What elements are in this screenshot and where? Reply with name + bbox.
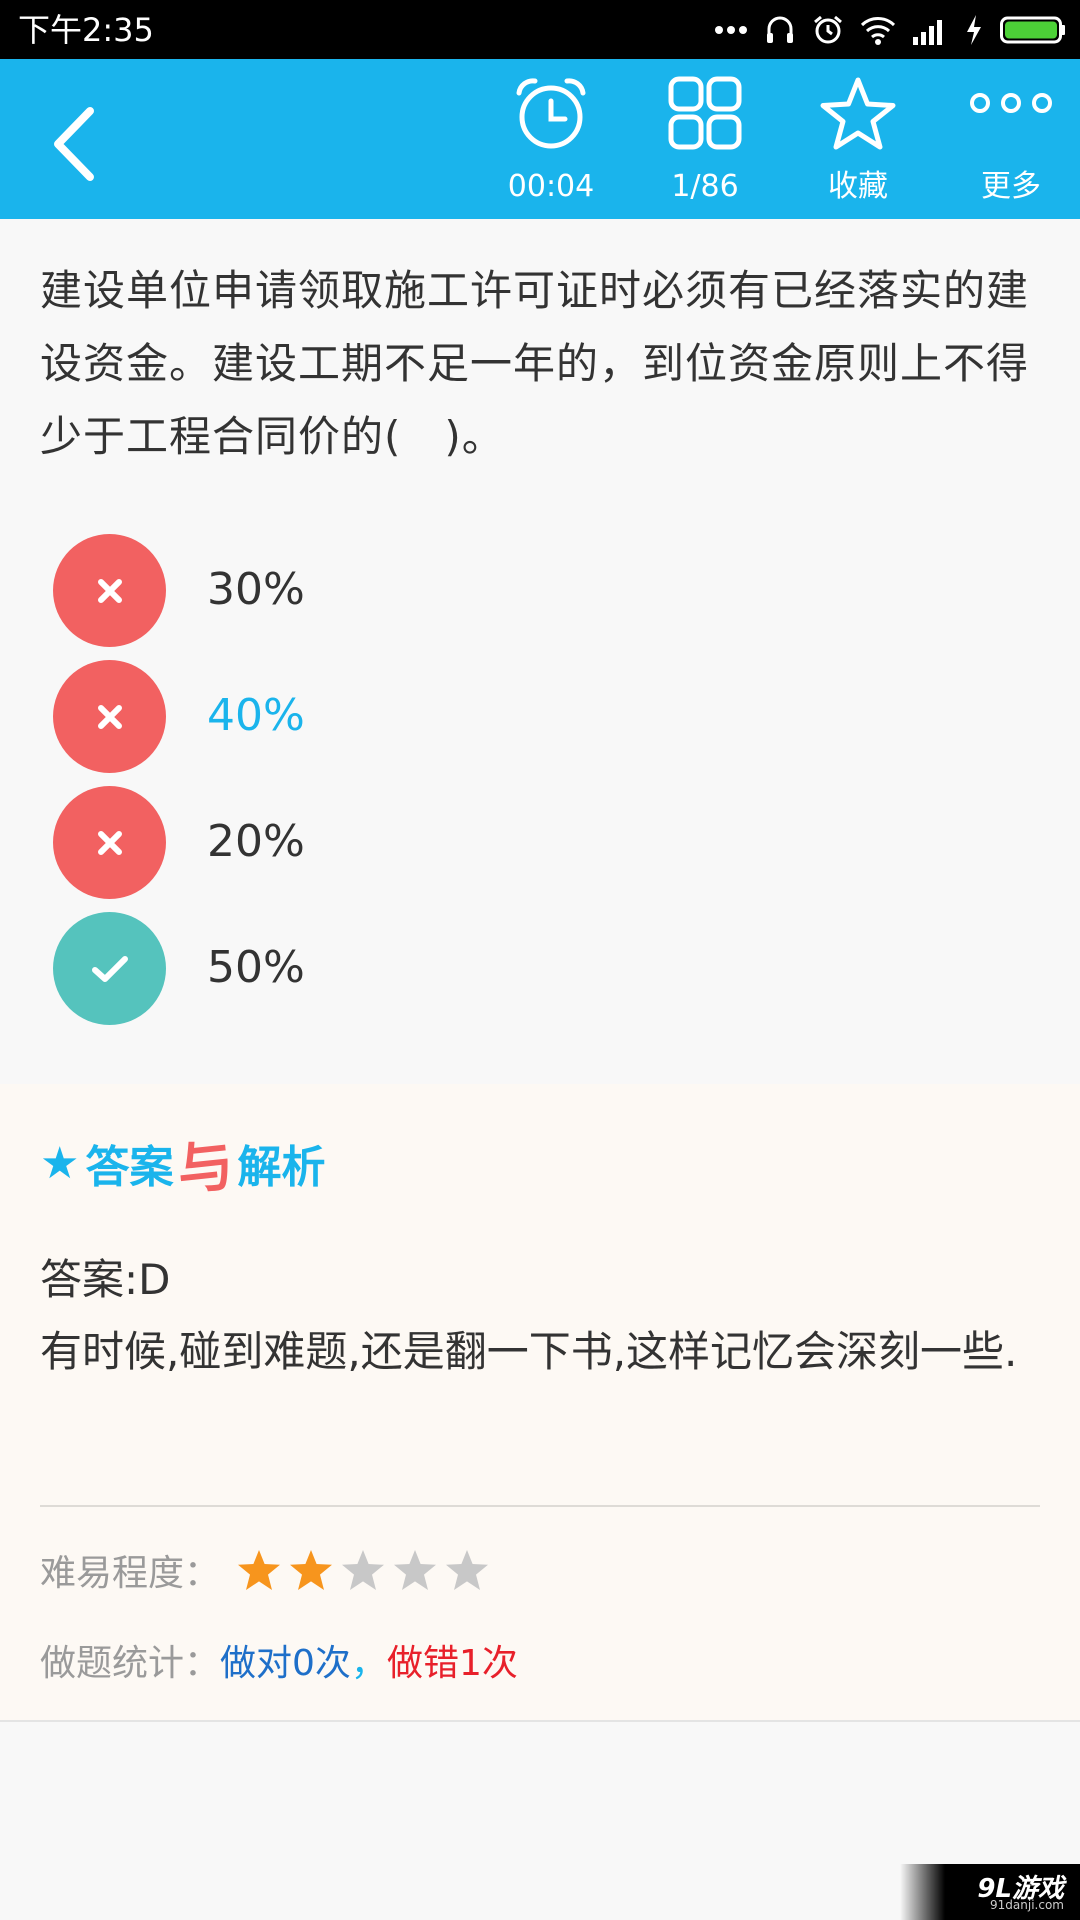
option-label: 50% [207, 942, 305, 993]
option-c[interactable]: 20% [53, 786, 953, 899]
stats-label: 做题统计： [40, 1643, 221, 1684]
status-bar: 下午2:35 [0, 0, 1080, 59]
star-empty-icon [342, 1550, 385, 1590]
timer-label: 00:04 [507, 169, 595, 204]
headset-icon [764, 14, 796, 46]
wifi-icon [860, 15, 896, 45]
question-text: 建设单位申请领取施工许可证时必须有已经落实的建设资金。建设工期不足一年的，到位资… [40, 266, 1030, 461]
alarm-clock-icon [513, 75, 589, 159]
status-time: 下午2:35 [18, 11, 154, 49]
analysis-panel: ★ 答案 与 解析 答案:D 有时候,碰到难题,还是翻一下书,这样记忆会深刻一些… [0, 1084, 1080, 1720]
option-label-selected: 40% [207, 690, 305, 741]
more-dots-icon [714, 24, 748, 36]
explanation-text: 有时候,碰到难题,还是翻一下书,这样记忆会深刻一些. [40, 1327, 1018, 1376]
star-empty-icon [394, 1550, 437, 1590]
watermark-logo: 9L游戏 91danji.com [900, 1864, 1080, 1920]
star-icon: ★ [40, 1137, 80, 1189]
star-filled-icon [238, 1550, 281, 1590]
watermark-url: 91danji.com [990, 1898, 1064, 1912]
question-index-label: 1/86 [671, 169, 739, 204]
stats-correct-count: 做对0次 [220, 1643, 351, 1684]
answer-text: 答案:D [40, 1255, 171, 1304]
alarm-icon [812, 14, 844, 46]
wrong-mark [53, 660, 166, 773]
wrong-mark [53, 534, 166, 647]
toolbar: 00:04 1/86 收藏 更多 [0, 59, 1080, 219]
status-icons [714, 10, 1066, 50]
back-button[interactable] [40, 99, 110, 189]
analysis-heading: ★ 答案 与 解析 [40, 1128, 326, 1203]
stats-row: 做题统计： 做对0次 ， 做错1次 [40, 1632, 518, 1688]
question-index-button[interactable]: 1/86 [640, 59, 770, 219]
more-button[interactable]: 更多 [946, 59, 1076, 219]
charging-icon [964, 14, 984, 46]
option-label: 20% [207, 816, 305, 867]
grid-icon [667, 75, 743, 155]
more-horizontal-icon [968, 91, 1054, 119]
star-outline-icon [818, 75, 898, 157]
option-d[interactable]: 50% [53, 912, 953, 1025]
option-list: 30% 40% 20% 50% [53, 534, 953, 1038]
check-icon [91, 955, 128, 982]
more-label: 更多 [981, 169, 1041, 204]
stats-separator: ， [350, 1643, 387, 1684]
chevron-left-icon [54, 107, 94, 181]
page: 下午2:35 00:04 1/86 收藏 更多 建设单位申请领取施工许可证时必须… [0, 0, 1080, 1920]
battery-icon [1000, 15, 1066, 45]
star-empty-icon [446, 1550, 489, 1590]
analysis-heading-analysis: 解析 [237, 1142, 326, 1193]
favorite-button[interactable]: 收藏 [793, 59, 923, 219]
difficulty-rating [236, 1548, 490, 1592]
star-filled-icon [290, 1550, 333, 1590]
close-icon [97, 704, 122, 729]
option-label: 30% [207, 564, 305, 615]
analysis-heading-and: 与 [174, 1132, 238, 1204]
option-a[interactable]: 30% [53, 534, 953, 647]
close-icon [97, 830, 122, 855]
analysis-heading-answer: 答案 [85, 1142, 174, 1193]
divider [40, 1505, 1040, 1507]
wrong-mark [53, 786, 166, 899]
option-b[interactable]: 40% [53, 660, 953, 773]
bottom-divider [0, 1720, 1080, 1722]
difficulty-label: 难易程度： [40, 1553, 221, 1594]
timer-button[interactable]: 00:04 [486, 59, 616, 219]
difficulty-row: 难易程度： [40, 1542, 490, 1598]
correct-mark [53, 912, 166, 1025]
signal-icon [912, 15, 948, 45]
stats-wrong-count: 做错1次 [386, 1643, 518, 1684]
close-icon [97, 578, 122, 603]
favorite-label: 收藏 [828, 169, 888, 204]
